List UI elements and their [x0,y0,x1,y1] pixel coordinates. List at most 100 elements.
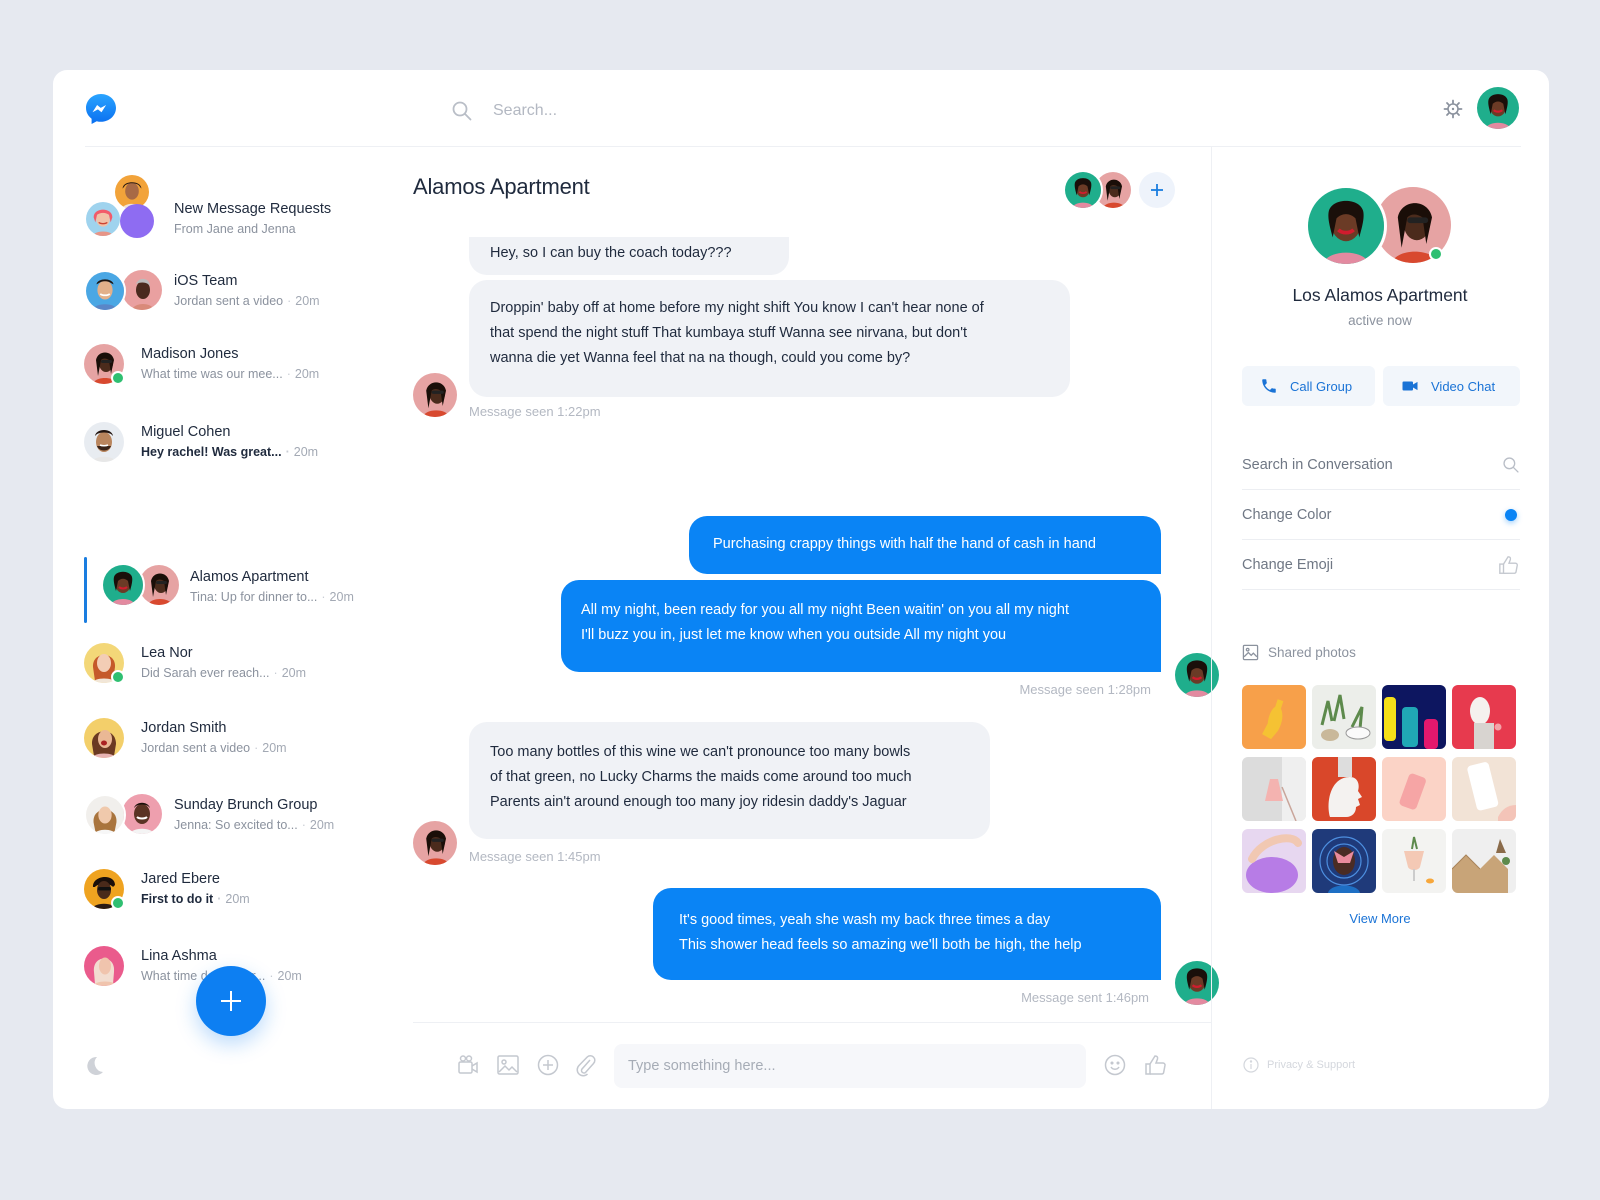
conversation-preview: Hey rachel! Was great... · 20m [141,445,319,459]
message-bubble-incoming: Too many bottles of this wine we can't p… [469,722,990,839]
sender-avatar [1175,961,1219,1005]
privacy-support-label: Privacy & Support [1267,1059,1356,1071]
conversation-item-miguel-cohen[interactable]: Miguel Cohen Hey rachel! Was great... · 20… [84,420,414,484]
emoji-button[interactable] [1103,1053,1127,1077]
top-bar [53,70,1549,147]
conversation-item-jared-ebere[interactable]: Jared Ebere First to do it · 20m [84,867,414,931]
paperclip-icon [576,1055,596,1077]
conversation-item-ios-team[interactable]: iOS Team Jordan sent a video · 20m [84,270,414,334]
conversation-name: Jared Ebere [141,871,220,887]
avatar-placeholder [120,204,154,238]
conversation-item-lea-nor[interactable]: Lea Nor Did Sarah ever reach... · 20m [84,641,414,705]
new-message-button[interactable] [196,966,266,1036]
conversation-item-madison-jones[interactable]: Madison Jones What time was our mee... · 2… [84,342,414,406]
shared-photos-grid [1242,685,1520,893]
gear-icon [1443,99,1463,119]
option-label: Change Emoji [1242,556,1334,573]
privacy-support-link[interactable]: Privacy & Support [1243,1057,1355,1073]
option-label: Change Color [1242,506,1332,523]
add-button[interactable] [536,1053,560,1077]
conversation-preview: First to do it · 20m [141,892,250,906]
option-label: Search in Conversation [1242,456,1393,473]
smiley-icon [1104,1054,1126,1076]
conversation-preview: Tina: Up for dinner to... · 20m [190,590,354,604]
member-avatar[interactable] [1063,170,1103,210]
conversation-preview: Jenna: So excited to... · 20m [174,818,335,832]
group-status: active now [1348,313,1412,328]
search-in-conversation[interactable]: Search in Conversation [1242,440,1520,490]
add-member-button[interactable] [1139,172,1175,208]
group-name: Los Alamos Apartment [1292,285,1468,305]
user-avatar[interactable] [1477,87,1519,129]
conversation-item-message-requests[interactable]: New Message Requests From Jane and Jenna [84,175,414,239]
avatar [122,270,162,310]
message-bubble-outgoing: It's good times, yeah she wash my back t… [653,888,1161,980]
sender-avatar [413,373,457,417]
dark-mode-toggle[interactable] [83,1055,105,1077]
shared-photo[interactable] [1242,757,1306,821]
shared-photo[interactable] [1312,829,1376,893]
attach-button[interactable] [573,1053,597,1077]
message-status: Message sent 1:46pm [1021,990,1149,1005]
like-button[interactable] [1144,1053,1168,1077]
conversation-preview: Jordan sent a video · 20m [141,741,287,755]
shared-photo[interactable] [1452,829,1516,893]
image-button[interactable] [496,1053,520,1077]
conversation-preview: From Jane and Jenna [174,222,296,236]
sender-avatar [1175,653,1219,697]
conversation-item-jordan-smith[interactable]: Jordan Smith Jordan sent a video · 20m [84,716,414,780]
chat-title: Alamos Apartment [413,174,590,199]
conversation-item-alamos-apartment[interactable]: Alamos Apartment Tina: Up for dinner to.… [84,563,414,627]
shared-photo[interactable] [1382,757,1446,821]
conversation-name: New Message Requests [174,201,332,217]
call-group-label: Call Group [1290,378,1353,394]
conversation-item-sunday-brunch-group[interactable]: Sunday Brunch Group Jenna: So excited to… [84,794,414,858]
conversation-name: Alamos Apartment [190,569,309,585]
conversation-name: Madison Jones [141,346,239,362]
thumbs-up-icon [1499,555,1518,574]
avatar [122,794,162,834]
avatar [84,422,124,462]
message-thread[interactable]: Hey, so I can buy the coach today??? Dro… [413,237,1223,1092]
shared-photo[interactable] [1452,757,1516,821]
messenger-logo-icon[interactable] [84,92,118,126]
video-chat-label: Video Chat [1431,378,1496,394]
conversation-preview: Did Sarah ever reach... · 20m [141,666,307,680]
shared-photo[interactable] [1242,685,1306,749]
shared-photo[interactable] [1382,829,1446,893]
conversation-name: iOS Team [174,273,238,289]
messenger-window: New Message Requests From Jane and Jenna… [53,70,1549,1109]
video-button[interactable] [456,1053,480,1077]
view-more-link[interactable]: View More [1211,911,1549,926]
shared-photo[interactable] [1242,829,1306,893]
message-bubble-incoming: Hey, so I can buy the coach today??? [469,237,789,275]
plus-icon [1151,184,1163,196]
shared-photo[interactable] [1312,685,1376,749]
color-dot-icon [1505,508,1517,521]
search-bar[interactable] [451,96,793,126]
message-bubble-incoming: Droppin' baby off at home before my nigh… [469,280,1070,397]
avatar [101,563,145,607]
shared-photo[interactable] [1312,757,1376,821]
message-input[interactable] [614,1044,1086,1088]
online-indicator [111,896,125,910]
online-indicator [111,670,125,684]
call-group-button[interactable]: Call Group [1242,366,1375,406]
shared-photo[interactable] [1452,685,1516,749]
plus-icon [221,991,241,1011]
info-icon [1243,1057,1259,1073]
search-icon [1503,456,1519,473]
shared-photo[interactable] [1382,685,1446,749]
image-icon [1242,644,1259,661]
message-status: Message seen 1:28pm [1019,682,1151,697]
online-indicator [1429,247,1443,261]
change-color[interactable]: Change Color [1242,490,1520,540]
search-input[interactable] [493,102,793,120]
video-chat-button[interactable]: Video Chat [1383,366,1520,406]
shared-photos-label: Shared photos [1268,645,1356,660]
composer-divider [413,1022,1211,1023]
chat-members [1063,170,1183,210]
conversation-name: Sunday Brunch Group [174,797,318,813]
change-emoji[interactable]: Change Emoji [1242,540,1520,590]
settings-button[interactable] [1436,92,1470,126]
